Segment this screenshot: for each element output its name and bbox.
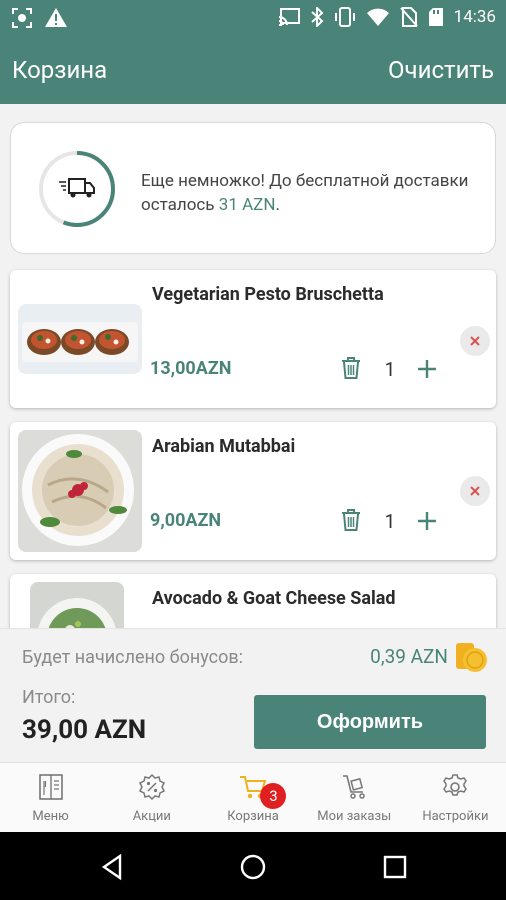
bonus-label: Будет начислено бонусов: — [22, 647, 243, 668]
cart-count-badge: 3 — [260, 783, 287, 809]
clear-cart-button[interactable]: Очистить — [388, 56, 494, 84]
vibrate-icon — [334, 7, 355, 27]
delivery-message-suffix: . — [275, 195, 280, 215]
cart-item[interactable]: Arabian Mutabbai 9,00AZN 1 — [10, 422, 496, 560]
recents-icon[interactable] — [380, 852, 410, 882]
item-quantity: 1 — [384, 510, 396, 533]
item-photo-mutabbai — [18, 430, 142, 552]
tab-label: Настройки — [422, 809, 489, 824]
free-delivery-card: Еще немножко! До бесплатной доставки ост… — [10, 122, 496, 254]
tab-cart[interactable]: 3 Корзина — [202, 763, 303, 832]
plus-icon[interactable] — [416, 358, 438, 380]
menu-book-icon — [38, 774, 63, 800]
home-icon[interactable] — [238, 852, 268, 882]
sd-card-icon — [428, 8, 443, 26]
remove-item-button[interactable] — [460, 326, 490, 356]
item-name: Vegetarian Pesto Bruschetta — [152, 284, 384, 305]
bluetooth-icon — [310, 7, 324, 27]
delivery-message-text: Еще немножко! До бесплатной доставки ост… — [141, 171, 469, 215]
total-value: 39,00 AZN — [22, 715, 147, 745]
orders-icon — [343, 775, 365, 799]
item-name: Avocado & Goat Cheese Salad — [152, 588, 396, 609]
trash-icon[interactable] — [340, 508, 362, 532]
delivery-truck-icon — [59, 178, 95, 198]
item-quantity: 1 — [384, 358, 396, 381]
tab-promotions[interactable]: Акции — [101, 763, 202, 832]
plus-icon[interactable] — [416, 510, 438, 532]
item-name: Arabian Mutabbai — [152, 436, 296, 457]
tab-label: Акции — [132, 809, 171, 824]
bottom-navigation: Меню Акции 3 Корзина Мои заказы Настройк… — [0, 762, 506, 832]
status-bar: 14:36 — [0, 0, 506, 36]
delivery-message: Еще немножко! До бесплатной доставки ост… — [141, 169, 481, 217]
item-photo-avocado-salad — [30, 582, 124, 628]
item-price: 9,00AZN — [150, 510, 222, 531]
delivery-progress-ring — [39, 151, 115, 227]
item-price: 13,00AZN — [150, 358, 232, 379]
back-icon[interactable] — [98, 852, 128, 882]
tab-menu[interactable]: Меню — [0, 763, 101, 832]
cart-content[interactable]: Еще немножко! До бесплатной доставки ост… — [0, 104, 506, 628]
tab-settings[interactable]: Настройки — [405, 763, 506, 832]
system-navigation-bar — [0, 832, 506, 900]
alert-icon — [45, 8, 67, 27]
screenshot-icon — [12, 8, 32, 28]
settings-gear-icon — [443, 774, 468, 796]
discount-icon — [138, 773, 165, 801]
app-bar: Корзина Очистить — [0, 36, 506, 104]
order-summary: Будет начислено бонусов: 0,39 AZN Итого:… — [0, 628, 506, 762]
tab-label: Корзина — [227, 809, 279, 824]
trash-icon[interactable] — [340, 356, 362, 380]
cast-icon — [278, 8, 300, 26]
delivery-remaining-amount: 31 AZN — [218, 195, 276, 215]
remove-item-button[interactable] — [460, 476, 490, 506]
no-sim-icon — [399, 7, 418, 27]
tab-label: Меню — [32, 809, 69, 824]
bonus-value: 0,39 AZN — [370, 645, 448, 668]
cart-item[interactable]: Avocado & Goat Cheese Salad — [10, 574, 496, 628]
page-title: Корзина — [12, 56, 108, 84]
tab-label: Мои заказы — [317, 809, 392, 824]
cart-item[interactable]: Vegetarian Pesto Bruschetta 13,00AZN 1 — [10, 270, 496, 408]
tab-my-orders[interactable]: Мои заказы — [304, 763, 405, 832]
total-label: Итого: — [22, 687, 76, 708]
checkout-button[interactable]: Оформить — [254, 695, 486, 749]
wifi-icon — [366, 8, 389, 26]
clock: 14:36 — [453, 7, 496, 27]
coin-icon — [456, 643, 487, 672]
item-photo-bruschetta — [18, 304, 142, 374]
